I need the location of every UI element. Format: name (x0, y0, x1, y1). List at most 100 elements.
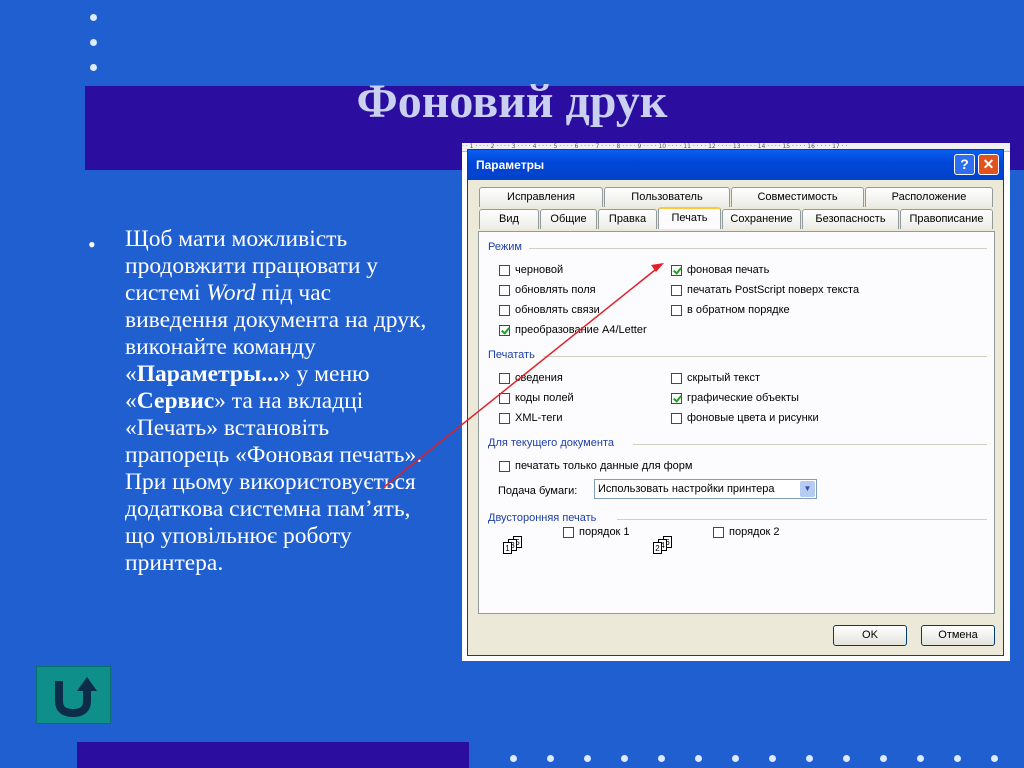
checkbox-label: обновлять связи (515, 304, 600, 316)
checkbox-order-1[interactable]: порядок 1 (563, 524, 630, 540)
checkbox-reverse-order[interactable]: в обратном порядке (671, 302, 790, 318)
paper-feed-label: Подача бумаги: (498, 485, 578, 497)
decor-dot (806, 755, 813, 762)
tab-bezopasnost[interactable]: Безопасность (802, 209, 899, 229)
paper-feed-select[interactable]: Использовать настройки принтера ▼ (594, 479, 817, 499)
decor-dot (991, 755, 998, 762)
back-button[interactable] (36, 666, 111, 724)
checkbox-box[interactable] (671, 264, 682, 276)
options-dialog: Параметры ? ✕ Исправления Пользователь С… (467, 149, 1004, 656)
checkbox-background-printing[interactable]: фоновая печать (671, 262, 769, 278)
decor-dot (510, 755, 517, 762)
checkbox-box[interactable] (499, 304, 510, 316)
cancel-button[interactable]: Отмена (921, 625, 995, 646)
group-title-mode: Режим (488, 241, 522, 253)
duplex-back-icon: 6 4 2 (649, 536, 679, 560)
checkbox-box[interactable] (499, 264, 510, 276)
ok-button[interactable]: OK (833, 625, 907, 646)
checkbox-document-properties[interactable]: сведения (499, 370, 563, 386)
tab-pravka[interactable]: Правка (598, 209, 657, 229)
checkbox-label: сведения (515, 372, 563, 384)
tab-sovmestimost[interactable]: Совместимость (731, 187, 864, 207)
checkbox-box[interactable] (671, 372, 682, 384)
checkbox-field-codes[interactable]: коды полей (499, 390, 574, 406)
decor-dot (658, 755, 665, 762)
bullet-mark: • (88, 232, 96, 257)
group-divider (543, 356, 987, 357)
decor-dot (732, 755, 739, 762)
group-divider (617, 519, 987, 520)
tab-obshchie[interactable]: Общие (540, 209, 597, 229)
checkbox-label: печатать PostScript поверх текста (687, 284, 860, 296)
tab-vid[interactable]: Вид (479, 209, 539, 229)
checkbox-box[interactable] (671, 412, 682, 424)
checkbox-update-fields[interactable]: обновлять поля (499, 282, 596, 298)
decor-dot (90, 14, 97, 21)
checkbox-label: черновой (515, 264, 564, 276)
checkbox-a4-letter[interactable]: преобразование A4/Letter (499, 322, 647, 338)
checkbox-label: в обратном порядке (687, 304, 790, 316)
tab-raspolozhenie[interactable]: Расположение (865, 187, 993, 207)
decor-dot (547, 755, 554, 762)
checkbox-order-2[interactable]: порядок 2 (713, 524, 780, 540)
tab-pravopisanie[interactable]: Правописание (900, 209, 993, 229)
checkbox-label: преобразование A4/Letter (515, 324, 647, 336)
checkbox-box[interactable] (499, 412, 510, 424)
checkbox-box[interactable] (713, 526, 724, 538)
checkbox-label: коды полей (515, 392, 574, 404)
group-divider (633, 444, 987, 445)
group-title-duplex: Двусторонняя печать (488, 512, 597, 524)
checkbox-box[interactable] (563, 526, 574, 538)
page-sheet: 2 (653, 542, 662, 554)
slide-title: Фоновий друк (356, 75, 668, 128)
slide-body-text: Щоб мати можливість продовжити працювати… (125, 226, 435, 577)
decor-dot (880, 755, 887, 762)
body-text-part: » та на вкладці «Печать» встановіть прап… (125, 388, 423, 576)
group-title-current-document: Для текущего документа (488, 437, 614, 449)
checkbox-box[interactable] (671, 392, 682, 404)
checkbox-label: печатать только данные для форм (515, 460, 693, 472)
close-icon[interactable]: ✕ (978, 154, 999, 175)
checkbox-update-links[interactable]: обновлять связи (499, 302, 600, 318)
dialog-titlebar[interactable]: Параметры ? ✕ (468, 150, 1003, 180)
print-tab-panel: Режим черновой обновлять поля обновлять … (478, 231, 995, 614)
checkbox-box[interactable] (499, 372, 510, 384)
decor-dot (584, 755, 591, 762)
help-icon[interactable]: ? (954, 154, 975, 175)
checkbox-label: фоновая печать (687, 264, 770, 276)
checkbox-box[interactable] (499, 324, 510, 336)
checkbox-background-colors[interactable]: фоновые цвета и рисунки (671, 410, 819, 426)
checkbox-box[interactable] (671, 284, 682, 296)
checkbox-label: графические объекты (687, 392, 799, 404)
group-title-print: Печатать (488, 349, 535, 361)
checkbox-label: XML-теги (515, 412, 563, 424)
checkbox-box[interactable] (499, 460, 510, 472)
bottom-band (77, 742, 469, 768)
checkbox-box[interactable] (499, 284, 510, 296)
decor-dot (90, 64, 97, 71)
checkbox-hidden-text[interactable]: скрытый текст (671, 370, 760, 386)
tab-pechat[interactable]: Печать (658, 207, 721, 229)
paper-feed-value: Использовать настройки принтера (598, 483, 775, 495)
checkbox-drawing-objects[interactable]: графические объекты (671, 390, 799, 406)
decor-dot (917, 755, 924, 762)
checkbox-box[interactable] (499, 392, 510, 404)
decor-dot (621, 755, 628, 762)
checkbox-box[interactable] (671, 304, 682, 316)
checkbox-postscript-over-text[interactable]: печатать PostScript поверх текста (671, 282, 859, 298)
chevron-down-icon[interactable]: ▼ (800, 481, 815, 497)
tab-sokhranenie[interactable]: Сохранение (722, 209, 801, 229)
body-menu: Сервис (136, 388, 215, 414)
decor-dot (954, 755, 961, 762)
checkbox-xml-tags[interactable]: XML-теги (499, 410, 562, 426)
duplex-front-icon: 5 3 1 (499, 536, 529, 560)
tab-ispravleniya[interactable]: Исправления (479, 187, 603, 207)
checkbox-draft[interactable]: черновой (499, 262, 563, 278)
decor-dot (695, 755, 702, 762)
checkbox-form-data-only[interactable]: печатать только данные для форм (499, 458, 692, 474)
checkbox-label: скрытый текст (687, 372, 760, 384)
back-u-arrow-icon (55, 677, 97, 718)
group-divider (529, 248, 987, 249)
tab-polzovatel[interactable]: Пользователь (604, 187, 730, 207)
checkbox-label: фоновые цвета и рисунки (687, 412, 819, 424)
